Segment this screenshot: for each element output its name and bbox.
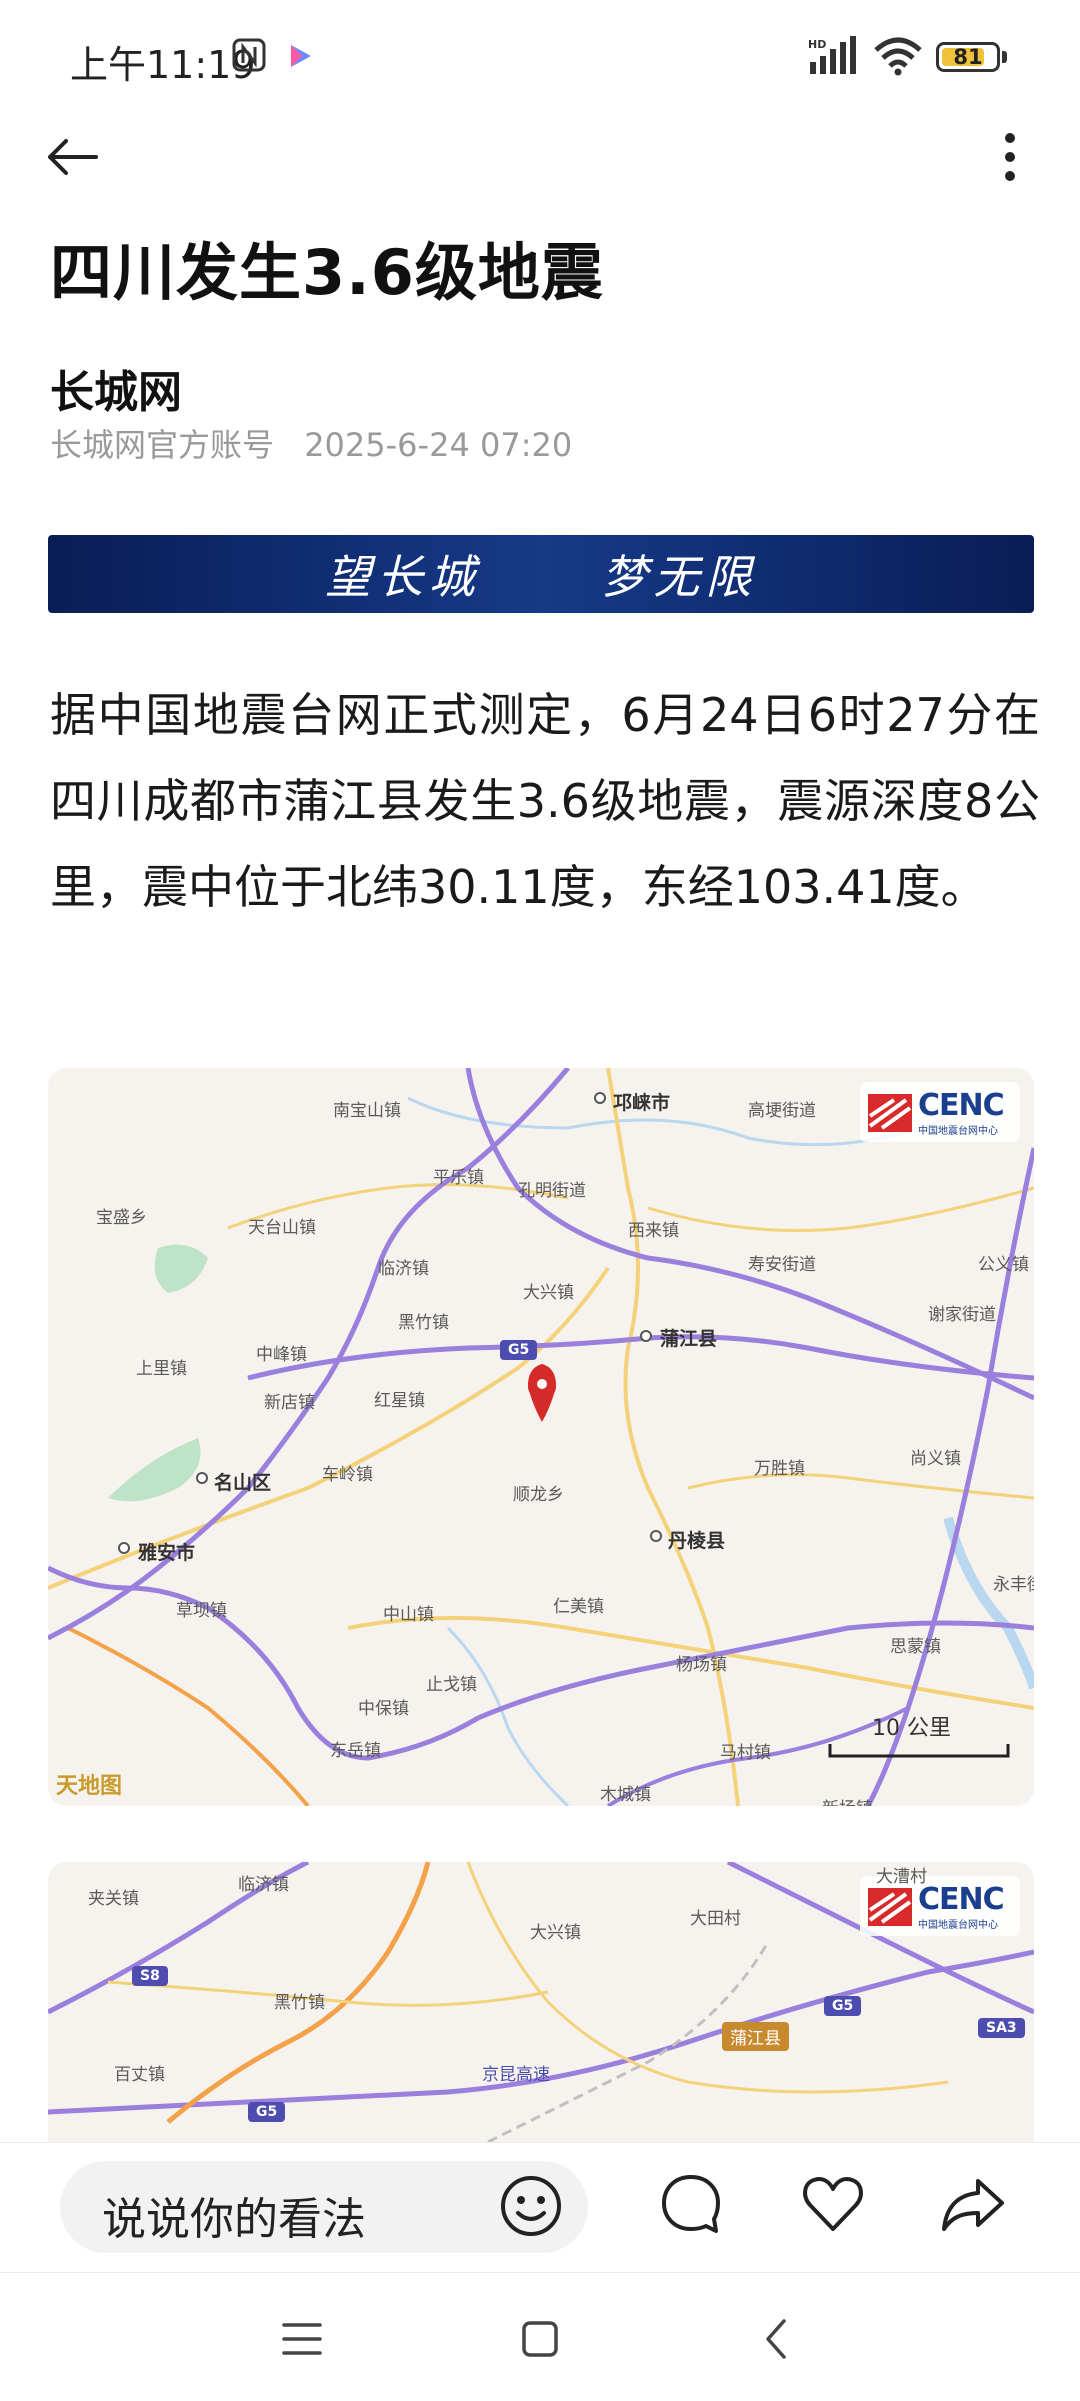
back-button[interactable] <box>40 125 104 189</box>
article-title: 四川发生3.6级地震 <box>50 236 604 309</box>
place-label: 中保镇 <box>358 1699 409 1719</box>
place-label: 仁美镇 <box>553 1597 604 1617</box>
place-label: 百丈镇 <box>114 2065 165 2085</box>
comment-icon[interactable] <box>656 2169 726 2239</box>
place-label: 思蒙镇 <box>890 1637 941 1657</box>
menu-icon[interactable] <box>276 2313 328 2365</box>
highway-badge: G5 <box>500 1340 538 1360</box>
place-label: 孔明街道 <box>518 1181 586 1201</box>
banner-right-text: 梦无限 <box>601 550 758 604</box>
place-label: 中峰镇 <box>256 1345 307 1365</box>
banner-image: 望长城 梦无限 <box>48 535 1034 613</box>
place-label: 公义镇 <box>978 1255 1029 1275</box>
place-label: 车岭镇 <box>322 1465 373 1485</box>
like-heart-icon[interactable] <box>798 2169 868 2239</box>
place-label: 中山镇 <box>383 1605 434 1625</box>
more-vertical-icon <box>1005 133 1015 181</box>
more-options-button[interactable] <box>985 125 1035 189</box>
place-label: 谢家街道 <box>928 1305 996 1325</box>
share-icon[interactable] <box>938 2169 1008 2239</box>
arrow-left-icon <box>48 139 98 175</box>
place-label: 新场镇 <box>822 1794 873 1806</box>
place-label: 新店镇 <box>264 1393 315 1413</box>
cenc-emblem-icon <box>868 1094 912 1132</box>
place-label: 黑竹镇 <box>398 1313 449 1333</box>
cenc-logo-text: CENC <box>918 1882 1005 1917</box>
place-label: 夹关镇 <box>88 1889 139 1909</box>
banner-left-text: 望长城 <box>324 550 481 604</box>
tianditu-logo: 天地图 <box>56 1773 123 1799</box>
status-bar: 上午11:19 HD 81 <box>0 0 1080 120</box>
place-label: 雅安市 <box>138 1542 196 1564</box>
location-map[interactable]: CENC 中国地震台网中心 夹关镇 临济镇 大漕村 大田村 大兴镇 黑竹镇 百丈… <box>48 1862 1034 2142</box>
place-label: 止戈镇 <box>426 1675 477 1695</box>
wifi-icon <box>874 37 922 76</box>
cenc-logo-subtitle: 中国地震台网中心 <box>918 1126 998 1137</box>
signal-icon: HD <box>808 36 856 74</box>
place-label: 邛崃市 <box>613 1092 671 1114</box>
place-label: 丹棱县 <box>668 1530 726 1552</box>
cenc-logo-text: CENC <box>918 1088 1005 1123</box>
home-icon[interactable] <box>514 2313 566 2365</box>
cenc-logo-subtitle: 中国地震台网中心 <box>918 1920 998 1931</box>
place-label: 平乐镇 <box>433 1168 484 1188</box>
place-label: 京昆高速 <box>482 2065 550 2085</box>
place-label: 草坝镇 <box>176 1601 227 1621</box>
publish-time: 2025-6-24 07:20 <box>304 426 573 464</box>
epicenter-marker <box>528 1364 556 1422</box>
account-type: 长城网官方账号 <box>50 426 275 464</box>
place-label: 红星镇 <box>374 1391 425 1411</box>
place-label: 大兴镇 <box>523 1283 574 1303</box>
highway-badge: G5 <box>824 1996 862 2016</box>
place-label: 临济镇 <box>238 1875 289 1895</box>
battery-icon: 81 <box>936 42 1000 72</box>
system-nav-bar <box>0 2272 1080 2401</box>
county-badge: 蒲江县 <box>722 2022 789 2051</box>
place-label: 杨场镇 <box>676 1655 727 1675</box>
back-nav-icon[interactable] <box>752 2313 804 2365</box>
banner-text: 望长城 梦无限 <box>275 541 808 607</box>
highway-badge: S8 <box>132 1966 168 1986</box>
app-notification-icon <box>291 45 311 67</box>
nfc-icon <box>232 38 266 72</box>
place-label: 西来镇 <box>628 1221 679 1241</box>
place-label: 黑竹镇 <box>274 1993 325 2013</box>
comment-placeholder: 说说你的看法 <box>102 2194 366 2245</box>
place-label: 马村镇 <box>720 1743 771 1763</box>
place-label: 木城镇 <box>600 1785 651 1805</box>
svg-text:HD: HD <box>808 38 826 51</box>
place-label: 天台山镇 <box>248 1218 316 1238</box>
scale-label: 10 公里 <box>872 1716 951 1741</box>
place-label: 大漕村 <box>876 1867 927 1887</box>
emoji-icon[interactable] <box>498 2173 564 2239</box>
place-label: 名山区 <box>214 1472 272 1494</box>
place-label: 东岳镇 <box>330 1741 381 1761</box>
place-label: 尚义镇 <box>910 1449 961 1469</box>
place-label: 临济镇 <box>378 1259 429 1279</box>
article-body: 据中国地震台网正式测定，6月24日6时27分在四川成都市蒲江县发生3.6级地震，… <box>50 688 1040 914</box>
highway-badge: SA3 <box>978 2018 1025 2038</box>
cenc-emblem-icon <box>868 1888 912 1926</box>
battery-tip <box>1002 51 1007 63</box>
epicenter-map[interactable]: CENC 中国地震台网中心 南宝山镇 邛崃市 高埂街道 平乐镇 孔明街道 宝盛乡… <box>48 1068 1034 1806</box>
place-label: 寿安街道 <box>748 1255 816 1275</box>
cenc-logo: CENC 中国地震台网中心 <box>860 1082 1020 1142</box>
place-label: 蒲江县 <box>660 1328 718 1350</box>
place-label: 上里镇 <box>136 1359 187 1379</box>
author-name[interactable]: 长城网 <box>50 356 182 420</box>
status-time: 上午11:19 <box>70 43 256 87</box>
place-label: 大兴镇 <box>530 1923 581 1943</box>
place-label: 宝盛乡 <box>96 1208 147 1228</box>
battery-level: 81 <box>953 45 983 69</box>
byline: 长城网官方账号 2025-6-24 07:20 <box>50 420 592 466</box>
place-label: 永丰街 <box>993 1575 1034 1595</box>
comment-input[interactable]: 说说你的看法 <box>60 2161 588 2253</box>
place-label: 高埂街道 <box>748 1101 816 1121</box>
highway-badge: G5 <box>248 2102 286 2122</box>
place-label: 顺龙乡 <box>513 1485 564 1505</box>
place-label: 南宝山镇 <box>333 1101 401 1121</box>
bottom-action-bar: 说说你的看法 <box>0 2142 1080 2273</box>
place-label: 万胜镇 <box>754 1459 805 1479</box>
place-label: 大田村 <box>690 1909 741 1929</box>
